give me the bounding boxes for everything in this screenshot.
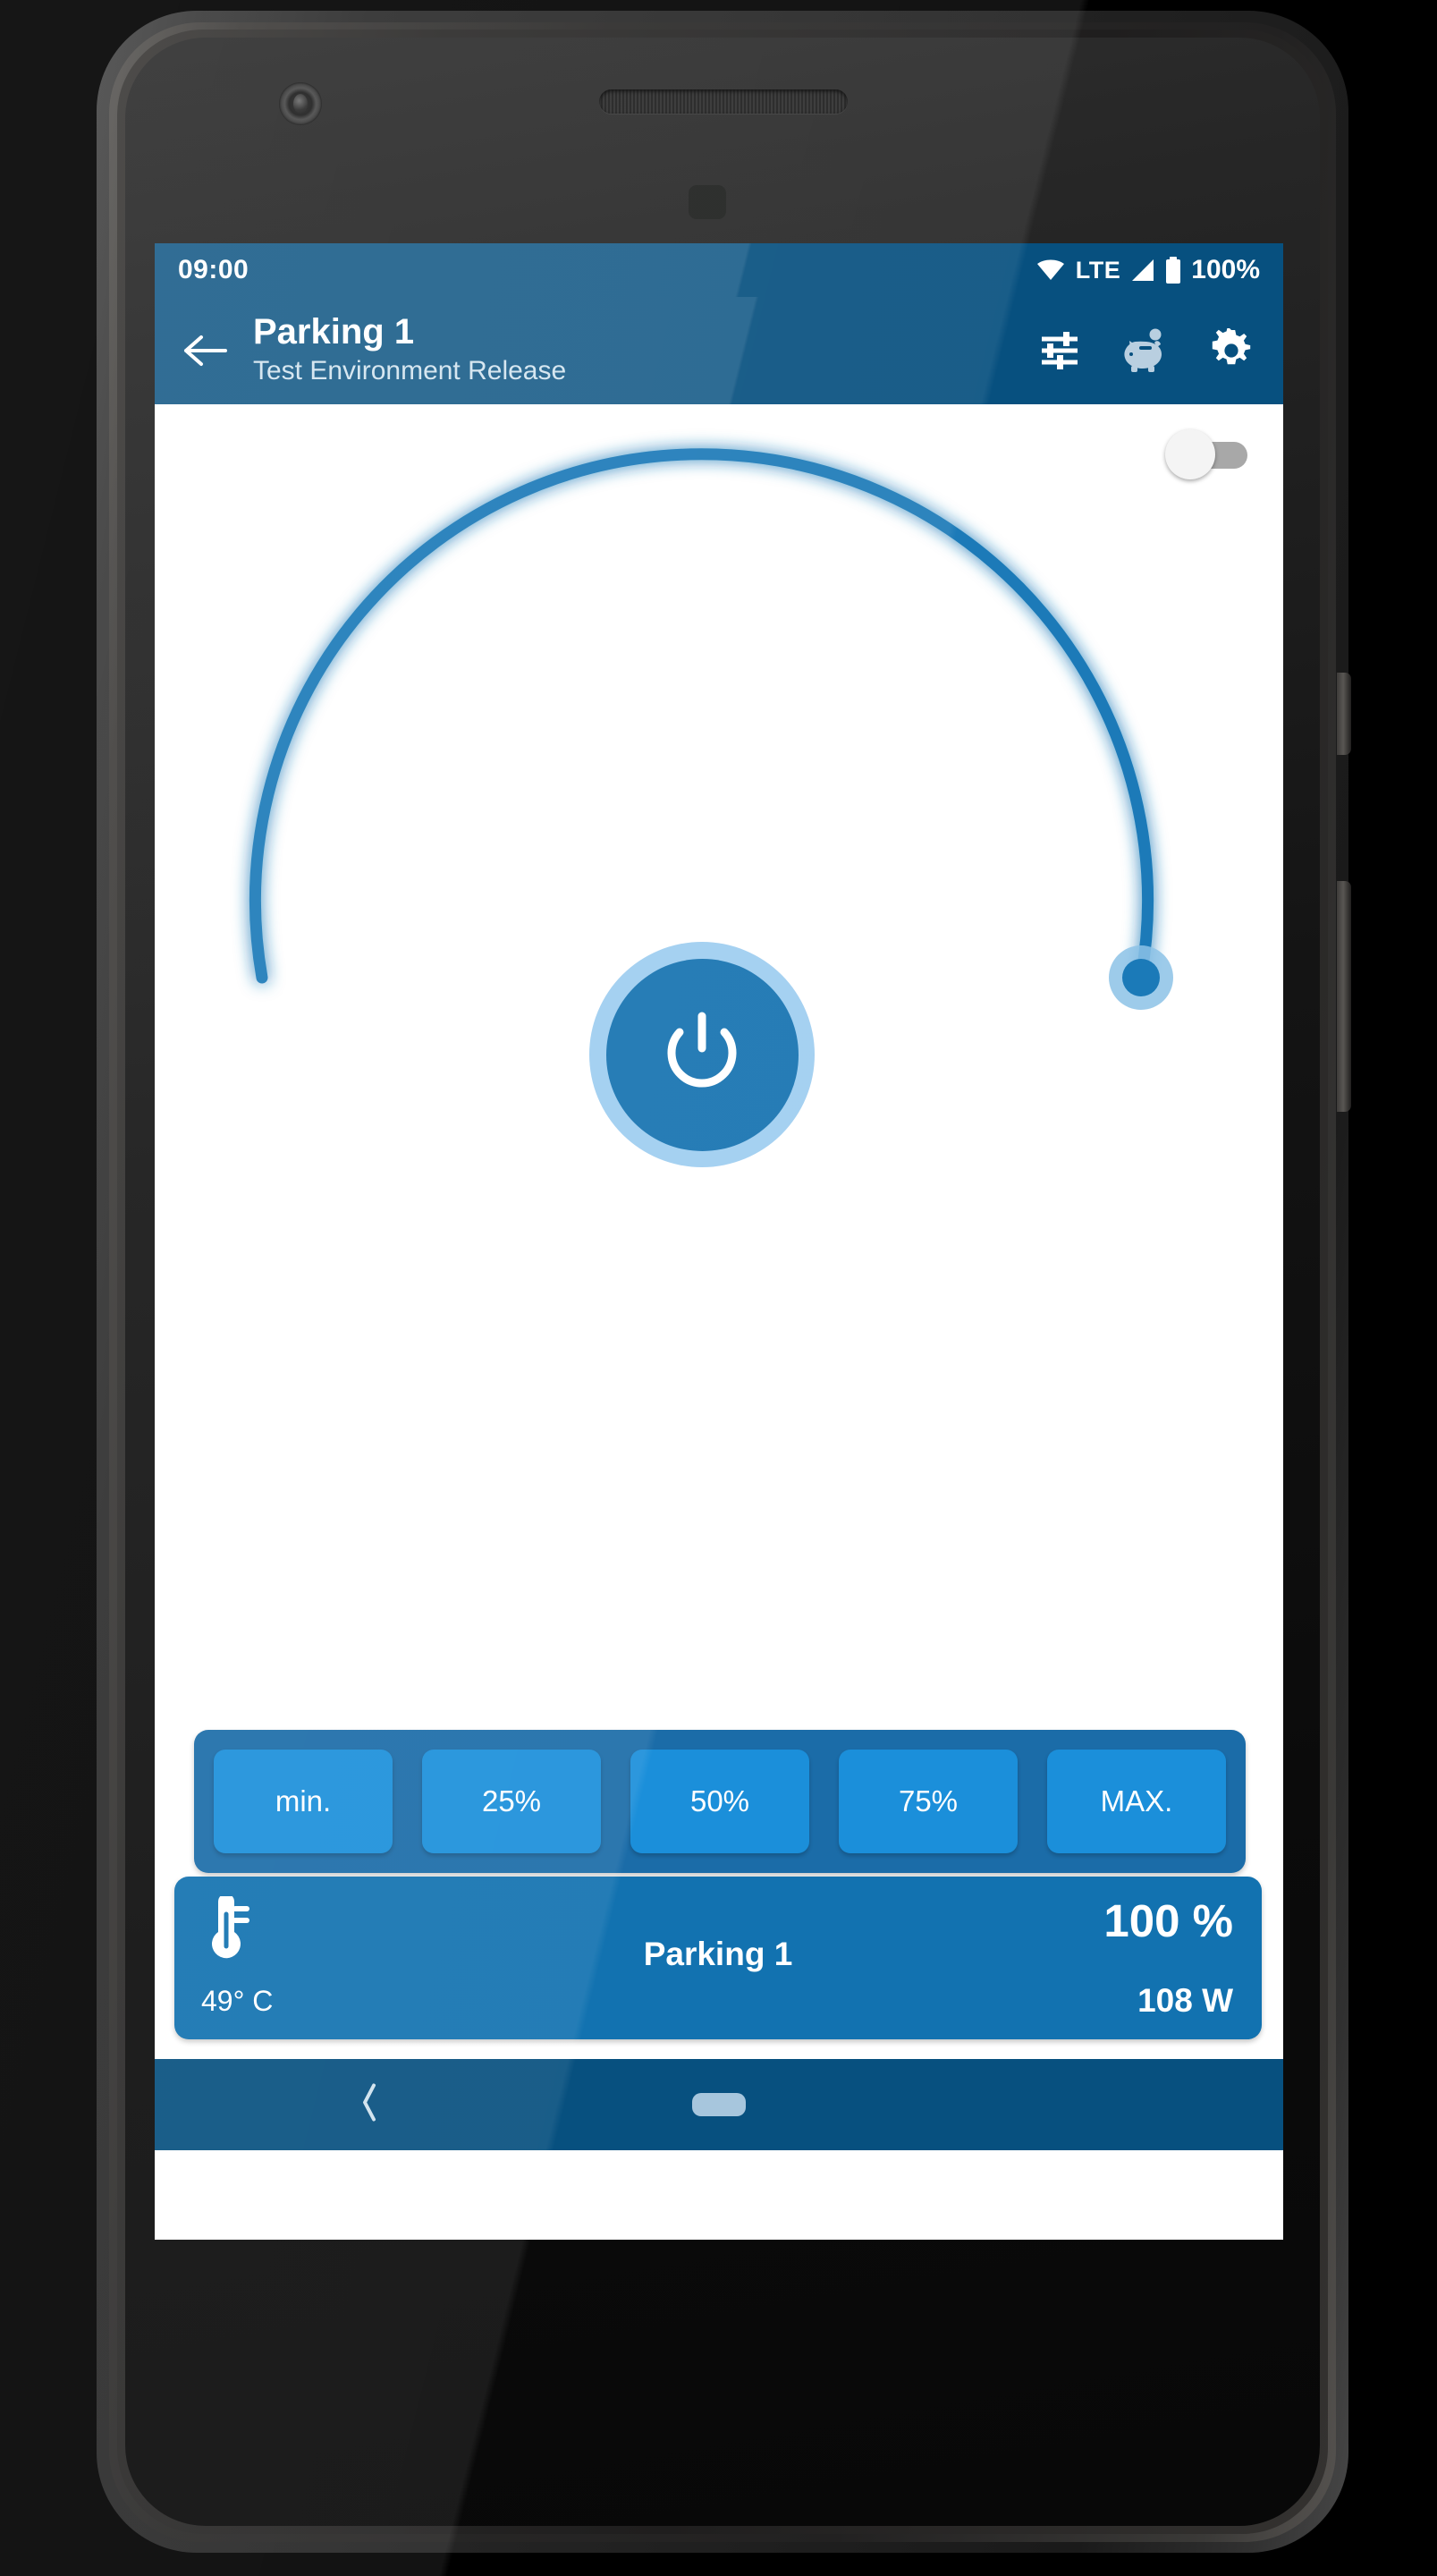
device-info-bar[interactable]: 49° C Parking 1 100 % 108 W	[174, 1877, 1262, 2039]
preset-label: min.	[275, 1784, 332, 1818]
status-bar: 09:00 LTE 100%	[155, 243, 1283, 297]
home-pill[interactable]	[692, 2093, 746, 2116]
power-consumption-value: 108 W	[1137, 1982, 1233, 2019]
app-bar: Parking 1 Test Environment Release	[155, 297, 1283, 404]
status-bar-time: 09:00	[178, 255, 249, 284]
preset-button-min[interactable]: min.	[214, 1750, 393, 1853]
preset-label: MAX.	[1100, 1784, 1173, 1818]
page-title: Parking 1	[253, 311, 415, 352]
piggy-bank-icon[interactable]	[1120, 326, 1171, 376]
front-camera-icon	[279, 82, 322, 125]
power-side-button[interactable]	[1337, 673, 1351, 755]
earpiece-speaker-grille	[599, 89, 848, 114]
gauge-thumb	[1122, 959, 1160, 996]
phone-screen: 09:00 LTE 100% Parking 1 Test Environmen…	[155, 243, 1283, 2240]
dim-percent-value: 100 %	[1103, 1895, 1233, 1946]
main-content: min. 25% 50% 75% MAX. 49° C Parking 1 10…	[155, 404, 1283, 2059]
network-type-label: LTE	[1075, 256, 1121, 284]
back-button[interactable]	[178, 323, 233, 378]
preset-label: 50%	[689, 1784, 750, 1818]
screenshot-root: 09:00 LTE 100% Parking 1 Test Environmen…	[0, 0, 1437, 2576]
tune-icon[interactable]	[1035, 326, 1085, 376]
power-icon	[662, 1011, 742, 1099]
page-subtitle: Test Environment Release	[253, 355, 567, 386]
volume-side-button[interactable]	[1337, 881, 1351, 1112]
signal-icon	[1130, 258, 1155, 282]
power-button[interactable]	[589, 942, 815, 1167]
app-bar-titles: Parking 1 Test Environment Release	[253, 313, 566, 388]
battery-icon	[1165, 257, 1181, 284]
preset-button-25[interactable]: 25%	[422, 1750, 601, 1853]
device-name-label: Parking 1	[643, 1936, 793, 1972]
power-button-inner	[605, 958, 799, 1151]
preset-button-75[interactable]: 75%	[839, 1750, 1018, 1853]
gear-icon[interactable]	[1206, 326, 1256, 376]
chevron-left-icon[interactable]	[359, 2083, 380, 2127]
preset-button-max[interactable]: MAX.	[1047, 1750, 1226, 1853]
preset-label: 75%	[898, 1784, 959, 1818]
proximity-sensor	[689, 185, 726, 219]
preset-button-50[interactable]: 50%	[630, 1750, 809, 1853]
android-nav-bar	[155, 2059, 1283, 2150]
preset-label: 25%	[481, 1784, 542, 1818]
wifi-icon	[1035, 258, 1066, 282]
app-bar-actions	[1035, 326, 1256, 376]
preset-buttons-bar: min. 25% 50% 75% MAX.	[194, 1730, 1246, 1873]
gauge-arc	[249, 448, 1154, 984]
status-bar-indicators: LTE 100%	[1035, 255, 1260, 285]
temperature-value: 49° C	[201, 1985, 274, 2017]
battery-percent-label: 100%	[1191, 255, 1260, 284]
